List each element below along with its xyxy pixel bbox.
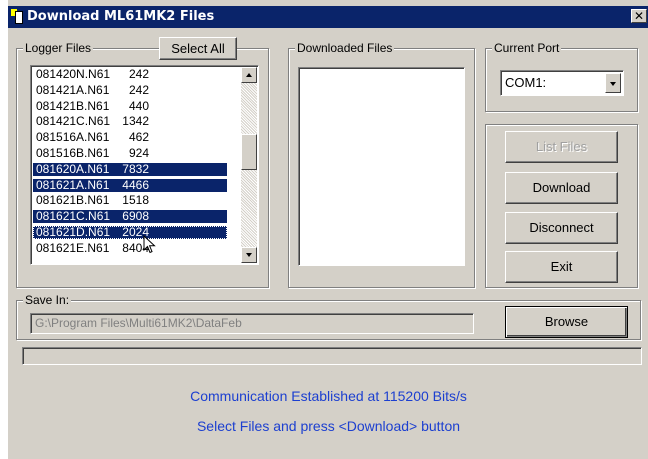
file-size: 242 (128, 82, 149, 97)
file-name: 081621B.N61 (36, 193, 110, 208)
file-row[interactable]: 081421A.N61 242 (33, 82, 227, 97)
file-size: 462 (128, 130, 149, 145)
save-path-value: G:\Program Files\Multi61MK2\DataFeb (35, 316, 242, 330)
port-select[interactable]: COM1: (500, 70, 624, 96)
connection-status: Communication Established at 115200 Bits… (190, 388, 467, 404)
file-size: 1518 (122, 193, 149, 208)
title-bar[interactable]: Download ML61MK2 Files ✕ (8, 6, 648, 28)
save-path-field[interactable]: G:\Program Files\Multi61MK2\DataFeb (30, 313, 474, 334)
file-size: 7832 (122, 161, 149, 176)
app-icon (11, 9, 23, 24)
file-row[interactable]: 081421B.N61 440 (33, 98, 227, 113)
file-row[interactable]: 081621B.N61 1518 (33, 194, 227, 207)
list-files-button[interactable]: List Files (505, 131, 618, 163)
file-name: 081421C.N61 (36, 114, 111, 129)
file-row[interactable]: 081516B.N61 924 (33, 147, 227, 160)
file-size: 6908 (122, 209, 149, 224)
file-row[interactable]: 081621A.N61 4466 (33, 177, 227, 192)
disconnect-button[interactable]: Disconnect (505, 212, 618, 244)
scroll-thumb[interactable] (241, 134, 257, 171)
file-name: 081621C.N61 (36, 209, 111, 224)
file-row[interactable]: 081420N.N61 242 (33, 68, 227, 81)
file-size: 1342 (122, 114, 149, 129)
file-name: 081621A.N61 (36, 177, 110, 192)
file-name: 081516A.N61 (36, 130, 110, 145)
file-size: 440 (128, 98, 149, 113)
exit-button[interactable]: Exit (505, 251, 618, 283)
mouse-pointer-icon (143, 235, 156, 254)
file-name: 081516B.N61 (36, 146, 110, 160)
close-icon: ✕ (633, 9, 645, 23)
port-select-value: COM1: (505, 75, 547, 90)
file-name: 081420N.N61 (36, 67, 111, 81)
scroll-up-icon (246, 73, 252, 77)
file-row[interactable]: 081421C.N61 1342 (33, 115, 227, 128)
downloaded-files-list[interactable] (298, 67, 465, 266)
port-dropdown-button[interactable] (605, 73, 621, 93)
file-size: 242 (128, 67, 149, 81)
save-in-label: Save In: (23, 293, 72, 307)
scroll-up-button[interactable] (241, 67, 257, 83)
file-name: 081620A.N61 (36, 161, 110, 176)
file-name: 081421A.N61 (36, 82, 110, 97)
browse-button[interactable]: Browse (505, 306, 628, 338)
scroll-down-icon (246, 253, 252, 257)
chevron-down-icon (610, 82, 616, 86)
file-row[interactable]: 081621C.N61 6908 (33, 209, 227, 224)
file-name: 081621E.N61 (36, 240, 110, 255)
select-all-button[interactable]: Select All (159, 37, 237, 60)
file-row[interactable]: 081516A.N61 462 (33, 131, 227, 144)
download-dialog: Download ML61MK2 Files ✕ Logger Files Se… (7, 0, 648, 459)
scroll-down-button[interactable] (241, 247, 257, 263)
downloaded-files-label: Downloaded Files (295, 41, 395, 55)
window-title: Download ML61MK2 Files (27, 9, 215, 24)
current-port-label: Current Port (492, 41, 562, 55)
close-button[interactable]: ✕ (631, 9, 647, 23)
file-row[interactable]: 081620A.N61 7832 (33, 161, 227, 176)
file-size: 4466 (122, 177, 149, 192)
file-size: 924 (128, 146, 149, 160)
file-name: 081421B.N61 (36, 98, 110, 113)
file-row[interactable]: 081621E.N61 8404 (33, 240, 227, 255)
download-progress-bar (22, 347, 642, 365)
instruction-text: Select Files and press <Download> button (196, 418, 461, 434)
logger-files-label: Logger Files (23, 41, 94, 55)
file-row[interactable]: 081621D.N61 2024 (33, 226, 227, 239)
file-name: 081621D.N61 (36, 225, 111, 239)
download-button[interactable]: Download (505, 172, 618, 204)
